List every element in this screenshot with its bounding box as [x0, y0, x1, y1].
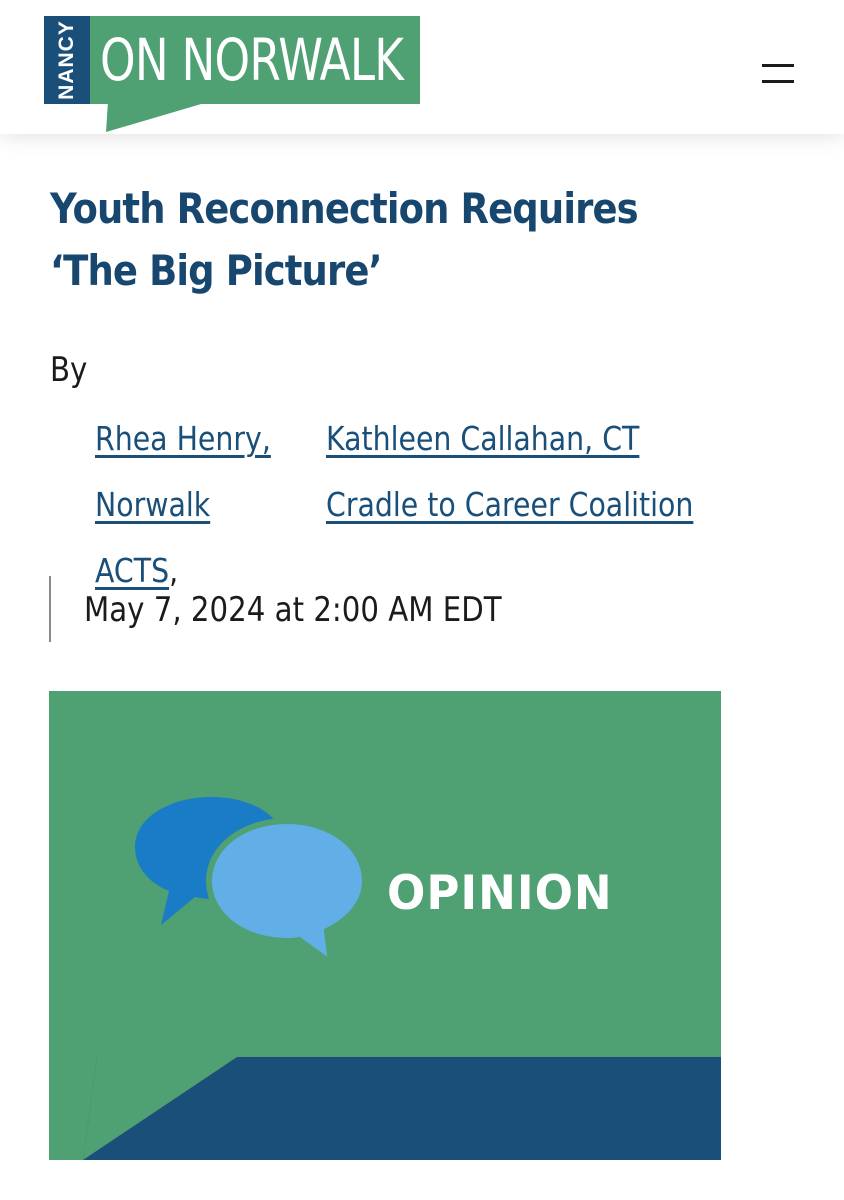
- date-divider: [49, 576, 51, 642]
- menu-bar-top: [762, 64, 794, 67]
- logo-main-text: ON NORWALK: [100, 26, 404, 94]
- hero-label: OPINION: [387, 866, 613, 921]
- logo-side-band: NANCY: [44, 16, 90, 104]
- hamburger-menu-icon[interactable]: [756, 56, 800, 96]
- article-title: Youth Reconnection Requires ‘The Big Pic…: [50, 184, 639, 296]
- site-logo[interactable]: NANCY ON NORWALK: [44, 16, 420, 134]
- menu-bar-bottom: [762, 80, 794, 83]
- author-link-2[interactable]: Kathleen Callahan, CT Cradle to Career C…: [326, 419, 693, 524]
- hero-graphics: [49, 797, 369, 1160]
- hero-speech-tail: [83, 1057, 237, 1160]
- publish-date: May 7, 2024 at 2:00 AM EDT: [84, 590, 502, 630]
- byline-prefix: By: [50, 350, 88, 390]
- logo-speech-tail: [92, 102, 208, 132]
- author-separator: ,: [169, 551, 179, 590]
- light-speech-bubble: [205, 817, 369, 970]
- author-2: Kathleen Callahan, CT Cradle to Career C…: [326, 406, 730, 538]
- speech-bubbles-icon: [135, 797, 369, 970]
- site-header: NANCY ON NORWALK: [0, 0, 844, 134]
- author-1: Rhea Henry, Norwalk ACTS,: [95, 406, 293, 604]
- hero-image: OPINION: [49, 691, 721, 1160]
- author-link-1[interactable]: Rhea Henry, Norwalk ACTS: [95, 419, 271, 590]
- logo-side-text: NANCY: [55, 20, 78, 100]
